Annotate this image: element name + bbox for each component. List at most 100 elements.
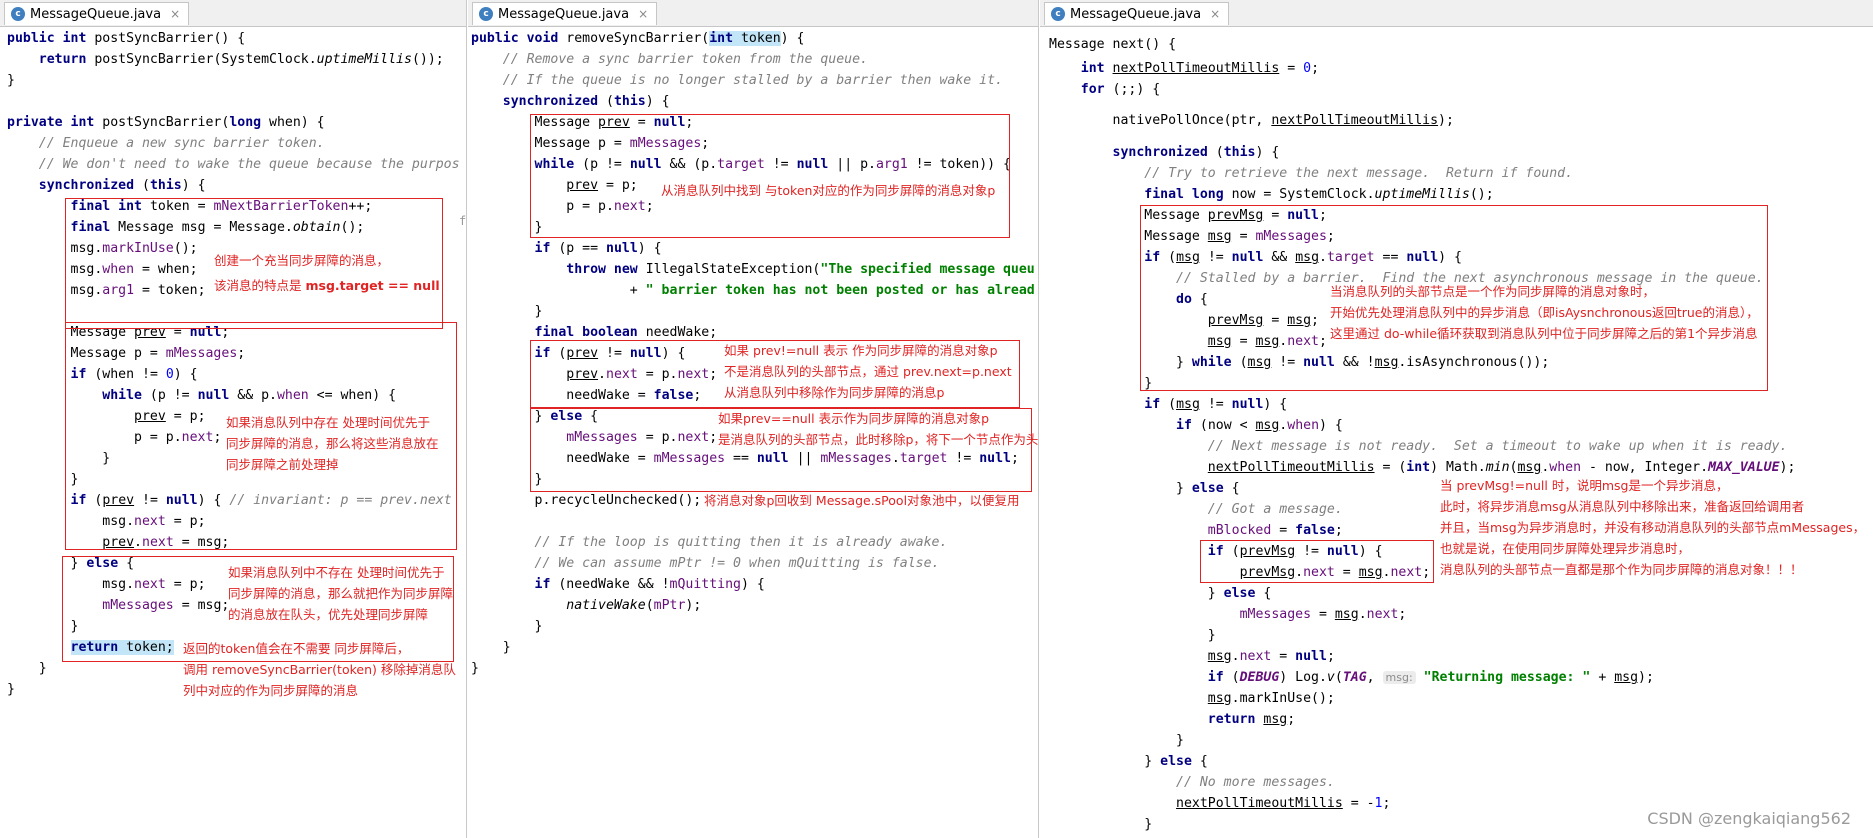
code-line: Message prev = null; [471, 115, 694, 130]
code-line: return postSyncBarrier(SystemClock.uptim… [38, 52, 444, 67]
code-line: mMessages = msg.next; [1239, 607, 1407, 622]
close-icon[interactable]: × [1210, 7, 1220, 21]
code-line: synchronized (this) { [38, 178, 206, 193]
code-line: } else { [1049, 586, 1272, 601]
code-line: // Remove a sync barrier token from the … [502, 52, 868, 67]
code-line: // We can assume mPtr != 0 when mQuittin… [534, 556, 940, 571]
code-line: throw new IllegalStateException("The spe… [566, 262, 1035, 277]
tab-messagequeue-java[interactable]: c MessageQueue.java × [4, 2, 190, 25]
code-line: if (msg != null && msg.target == null) { [1144, 250, 1462, 265]
java-class-icon: c [479, 7, 493, 21]
code-line: p.recycleUnchecked(); [471, 493, 702, 508]
code-line: private int postSyncBarrier(long when) { [7, 115, 325, 130]
code-line: msg.next = p; [7, 514, 206, 529]
code-line: msg.arg1 = token; [7, 283, 206, 298]
code-line: prev.next = p.next; [566, 367, 718, 382]
code-line: msg.when = when; [7, 262, 198, 277]
code-line: prev = p; [566, 178, 638, 193]
code-line: if (prev != null) { [534, 346, 686, 361]
code-line: if (msg != null) { [1144, 397, 1288, 412]
tab-messagequeue-java[interactable]: c MessageQueue.java × [472, 2, 658, 25]
code-line: // Got a message. [1207, 502, 1343, 517]
code-line: public void removeSyncBarrier(int token)… [471, 31, 805, 46]
annotation-note: 从消息队列中找到 与token对应的作为同步屏障的消息对象p [661, 183, 996, 198]
code-line: if (when != 0) { [70, 367, 198, 382]
code-line: // Next message is not ready. Set a time… [1207, 439, 1788, 454]
code-line: } [471, 640, 511, 655]
code-line: } [7, 73, 15, 88]
code-line: if (prevMsg != null) { [1207, 544, 1383, 559]
code-line: int nextPollTimeoutMillis = 0; [1080, 61, 1320, 76]
close-icon[interactable]: × [638, 7, 648, 21]
code-line: synchronized (this) { [502, 94, 670, 109]
code-line: nextPollTimeoutMillis = -1; [1176, 796, 1391, 811]
code-line: } [1049, 628, 1216, 643]
code-line: } [1049, 817, 1153, 832]
code-line: nativeWake(mPtr); [566, 598, 702, 613]
code-line: } [7, 682, 15, 697]
annotation-note: 如果消息队列中存在 处理时间优先于 同步屏障的消息，那么将这些消息放在 同步屏障… [226, 415, 439, 472]
annotation-note: 如果 prev!=null 表示 作为同步屏障的消息对象p 不是消息队列的头部节… [724, 343, 1012, 400]
code-line: // We don't need to wake the queue becau… [38, 157, 460, 172]
tab-label: MessageQueue.java [30, 6, 162, 22]
code-line: // Enqueue a new sync barrier token. [38, 136, 325, 151]
editor-pane-middle: c MessageQueue.java × public void remove… [468, 0, 1039, 838]
code-line: } [7, 472, 79, 487]
code-line: if (DEBUG) Log.v(TAG, msg: "Returning me… [1207, 670, 1654, 685]
watermark: CSDN @zengkaiqiang562 [1647, 809, 1851, 828]
code-line: return msg; [1207, 712, 1296, 727]
annotation-note: 返回的token值会在不需要 同步屏障后， 调用 removeSyncBarri… [183, 641, 456, 698]
code-line: + " barrier token has not been posted or… [471, 283, 1035, 298]
code-line: public int postSyncBarrier() { [7, 31, 246, 46]
code-line: needWake = false; [471, 388, 702, 403]
annotation-note: 当 prevMsg!=null 时，说明msg是一个异步消息， 此时，将异步消息… [1440, 478, 1866, 577]
code-line: return token; [70, 640, 174, 655]
code-line: mMessages = p.next; [566, 430, 718, 445]
code-line: msg.markInUse(); [7, 241, 198, 256]
code-line: msg = msg.next; [1207, 334, 1327, 349]
code-line: prev.next = msg; [102, 535, 230, 550]
code-line: } [471, 661, 479, 676]
editor-pane-left: c MessageQueue.java × public int postSyn… [0, 0, 467, 838]
java-class-icon: c [1051, 7, 1065, 21]
code-line: mMessages = msg; [102, 598, 230, 613]
annotation-note: 将消息对象p回收到 Message.sPool对象池中，以便复用 [704, 493, 1020, 508]
java-class-icon: c [11, 7, 25, 21]
code-line: } [471, 304, 543, 319]
code-line: } [471, 619, 543, 634]
code-line: for (;;) { [1080, 82, 1161, 97]
code-line: msg.next = null; [1207, 649, 1335, 664]
code-line: } else { [1049, 754, 1208, 769]
code-line: } [1049, 733, 1184, 748]
code-line: prev = p; [134, 409, 206, 424]
annotation-note: 如果prev==null 表示作为同步屏障的消息对象p 是消息队列的头部节点，此… [718, 411, 1039, 447]
code-line: prevMsg = msg; [1207, 313, 1319, 328]
code-line: } [7, 619, 79, 634]
code-line: needWake = mMessages == null || mMessage… [471, 451, 1019, 466]
code-line: } [7, 451, 111, 466]
tab-bar: c MessageQueue.java × [0, 0, 466, 27]
code-line: final boolean needWake; [534, 325, 718, 340]
code-line: final long now = SystemClock.uptimeMilli… [1144, 187, 1494, 202]
code-line: if (p == null) { [534, 241, 662, 256]
code-line: Message p = mMessages; [7, 346, 246, 361]
code-line: // If the queue is no longer stalled by … [502, 73, 1003, 88]
code-line: // If the loop is quitting then it is al… [534, 535, 948, 550]
code-line: while (p != null && p.when <= when) { [102, 388, 397, 403]
code-line: p = p.next; [471, 199, 654, 214]
close-icon[interactable]: × [170, 7, 180, 21]
code-line: } [1049, 376, 1153, 391]
code-line: final int token = mNextBarrierToken++; [70, 199, 373, 214]
code-line: } else { [1049, 481, 1240, 496]
code-line: Message next() { [1049, 37, 1177, 52]
fold-marker: f [459, 214, 467, 228]
annotation-note: 该消息的特点是 msg.target == null [214, 278, 440, 293]
code-line: if (needWake && !mQuitting) { [534, 577, 765, 592]
code-line: // Try to retrieve the next message. Ret… [1144, 166, 1574, 181]
annotation-note: 创建一个充当同步屏障的消息， [214, 253, 390, 268]
tab-messagequeue-java[interactable]: c MessageQueue.java × [1044, 2, 1230, 25]
code-line: Message p = mMessages; [471, 136, 710, 151]
code-line: if (prev != null) { // invariant: p == p… [70, 493, 452, 508]
code-line: } else { [7, 556, 135, 571]
tab-label: MessageQueue.java [1070, 6, 1202, 22]
